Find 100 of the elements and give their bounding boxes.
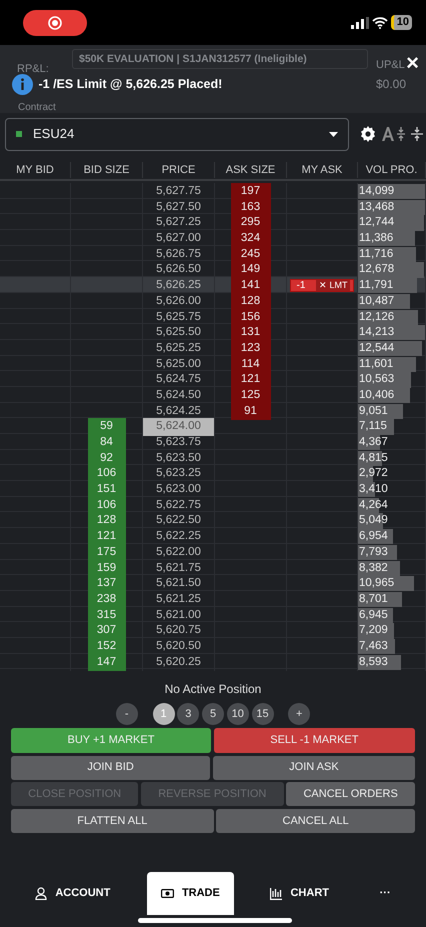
price-cell[interactable]: 5,621.50 (156, 575, 201, 592)
quantity-button[interactable]: 15 (252, 703, 274, 725)
volume-text: 7,793 (358, 544, 388, 560)
step-button[interactable]: - (116, 703, 138, 725)
account-select[interactable]: $50K EVALUATION | S1JAN312577 (Ineligible) (72, 49, 368, 69)
price-cell[interactable]: 5,627.50 (156, 198, 201, 216)
ask-size-cell[interactable]: 141 (230, 277, 270, 294)
column-header: BID SIZE (71, 162, 143, 178)
quantity-button[interactable]: 10 (226, 703, 249, 725)
price-cell[interactable]: 5,622.25 (156, 528, 201, 546)
row-height-icon[interactable] (411, 126, 423, 142)
font-size-icon[interactable] (382, 126, 406, 142)
price-cell[interactable]: 5,627.00 (156, 230, 201, 248)
volume-text: 6,954 (358, 529, 388, 544)
contract-label: Contract (18, 101, 56, 115)
price-cell[interactable]: 5,623.75 (156, 434, 201, 452)
column-header: VOL PRO. (358, 162, 426, 178)
rpl-label: RP&L: (17, 62, 49, 77)
price-cell[interactable]: 5,623.50 (156, 450, 201, 467)
close-button[interactable]: × (405, 51, 420, 75)
ask-size-cell[interactable]: 197 (230, 183, 270, 200)
price-cell[interactable]: 5,626.50 (156, 261, 201, 279)
nav-tab[interactable]: ACCOUNT (21, 872, 124, 915)
column-header: MY ASK (287, 162, 358, 178)
toast-message: -1 /ES Limit @ 5,626.25 Placed! (38, 76, 222, 94)
column-header: PRICE (143, 162, 215, 178)
volume-text: 2,972 (358, 466, 388, 482)
selected-row[interactable]: 5,626.25 141 -1 ✕ LMT 11,791 (0, 277, 426, 293)
price-cell[interactable]: 5,626.75 (156, 246, 201, 263)
volume-text: 6,945 (358, 608, 388, 623)
price-cell[interactable]: 5,625.25 (156, 340, 201, 358)
action-button[interactable]: CANCEL ALL (216, 809, 416, 833)
volume-text: 10,406 (358, 388, 394, 403)
volume-text: 10,965 (358, 576, 394, 592)
battery-level: 10 (390, 15, 412, 30)
volume-text: 11,791 (358, 278, 394, 294)
price-cell[interactable]: 5,622.75 (156, 496, 201, 514)
price-cell[interactable]: 5,626.25 (156, 277, 201, 294)
bid-size-cell[interactable]: 147 (88, 654, 126, 671)
volume-text: 4,264 (358, 498, 388, 513)
quantity-button[interactable]: 5 (202, 703, 224, 725)
volume-text: 9,051 (358, 404, 388, 419)
volume-text: 7,115 (358, 419, 387, 434)
bid-size-cell[interactable]: 137 (88, 575, 126, 592)
price-cell[interactable]: 5,624.25 (156, 402, 201, 420)
price-cell[interactable]: 5,621.00 (156, 606, 201, 624)
price-cell[interactable]: 5,623.25 (156, 465, 201, 483)
action-button[interactable]: JOIN ASK (212, 756, 416, 780)
order-tag[interactable]: -1 ✕ LMT (290, 279, 354, 292)
order-quantity: -1 (296, 279, 306, 294)
price-cell[interactable]: 5,625.00 (156, 356, 201, 373)
ask-size-cell[interactable]: 131 (230, 324, 270, 342)
bid-size-cell[interactable]: 151 (88, 481, 126, 498)
price-cell[interactable]: 5,624.75 (156, 371, 201, 388)
volume-text: 11,601 (358, 356, 394, 372)
record-button[interactable] (23, 10, 87, 36)
last-price-cell[interactable]: 5,624.00 (143, 418, 214, 436)
volume-text: 14,099 (358, 184, 394, 199)
price-cell[interactable]: 5,627.25 (156, 214, 201, 232)
volume-text: 12,544 (358, 340, 394, 356)
position-status: No Active Position (164, 680, 262, 698)
price-cell[interactable]: 5,621.25 (156, 590, 201, 608)
volume-text: 11,386 (358, 231, 394, 246)
action-button[interactable]: FLATTEN ALL (11, 809, 214, 833)
action-button[interactable]: CANCEL ORDERS (286, 782, 415, 806)
settings-icon[interactable] (360, 126, 376, 142)
volume-text: 8,593 (358, 654, 388, 670)
price-cell[interactable]: 5,620.25 (156, 654, 201, 671)
price-cell[interactable]: 5,625.75 (156, 308, 201, 326)
action-button[interactable]: SELL -1 MARKET (214, 728, 415, 753)
chart-icon (270, 888, 282, 900)
action-button[interactable]: JOIN BID (11, 756, 210, 780)
bid-size-cell[interactable]: 84 (88, 434, 126, 452)
volume-text: 12,126 (358, 310, 394, 324)
volume-text: 7,463 (358, 638, 388, 654)
column-header: MY BID (0, 162, 71, 178)
price-cell[interactable]: 5,620.75 (156, 622, 201, 640)
price-cell[interactable]: 5,625.50 (156, 324, 201, 342)
nav-tab[interactable]: CHART (256, 872, 343, 915)
volume-text: 4,815 (358, 450, 388, 466)
nav-tab[interactable]: TRADE (146, 872, 234, 915)
price-cell[interactable]: 5,622.50 (156, 512, 201, 530)
ask-size-cell[interactable]: 324 (230, 230, 270, 248)
bid-size-cell[interactable]: 121 (88, 528, 126, 546)
volume-text: 8,701 (358, 592, 388, 607)
nav-tab[interactable]: ··· (366, 872, 405, 915)
price-cell[interactable]: 5,626.00 (156, 292, 201, 310)
price-cell[interactable]: 5,621.75 (156, 560, 201, 577)
volume-text: 10,563 (358, 372, 394, 388)
cancel-order-button[interactable]: ✕ LMT (316, 280, 350, 292)
price-cell[interactable]: 5,623.00 (156, 481, 201, 498)
price-cell[interactable]: 5,620.50 (156, 638, 201, 656)
volume-text: 14,213 (358, 325, 394, 340)
contract-select[interactable]: ESU24 (5, 118, 349, 150)
quantity-button[interactable]: 3 (177, 703, 200, 725)
price-cell[interactable]: 5,624.50 (156, 386, 201, 404)
ask-size-cell[interactable]: 91 (230, 402, 270, 420)
step-button[interactable]: + (288, 703, 310, 725)
price-cell[interactable]: 5,622.00 (156, 544, 201, 562)
price-cell[interactable]: 5,627.75 (156, 183, 201, 200)
